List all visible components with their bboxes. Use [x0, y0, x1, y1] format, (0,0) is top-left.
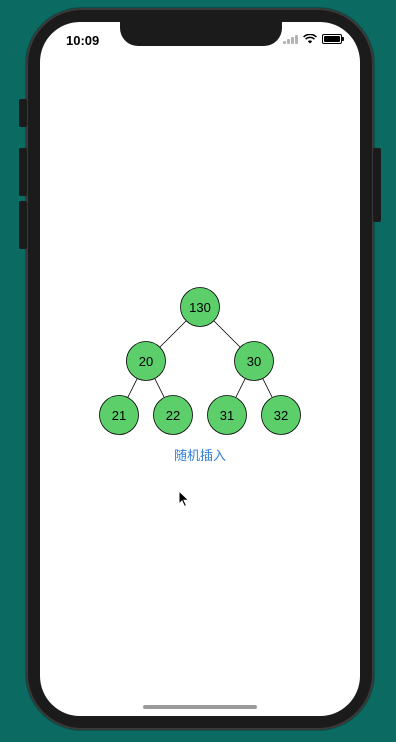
binary-tree: 130 20 30 21 22 31 32 [99, 287, 301, 435]
node-label: 22 [166, 408, 180, 423]
tree-node-right-left[interactable]: 31 [207, 395, 247, 435]
tree-node-root[interactable]: 130 [180, 287, 220, 327]
tree-node-left[interactable]: 20 [126, 341, 166, 381]
power-button [373, 148, 381, 222]
tree-node-right[interactable]: 30 [234, 341, 274, 381]
mouse-pointer-icon [178, 490, 190, 508]
home-indicator[interactable] [143, 705, 257, 709]
volume-down-button [19, 201, 27, 249]
node-label: 31 [220, 408, 234, 423]
node-label: 21 [112, 408, 126, 423]
volume-up-button [19, 148, 27, 196]
random-insert-button[interactable]: 随机插入 [160, 445, 240, 464]
tree-node-left-right[interactable]: 22 [153, 395, 193, 435]
tree-node-left-left[interactable]: 21 [99, 395, 139, 435]
node-label: 30 [247, 354, 261, 369]
mute-switch [19, 99, 27, 127]
node-label: 20 [139, 354, 153, 369]
tree-node-right-right[interactable]: 32 [261, 395, 301, 435]
device-screen: 10:09 130 20 30 21 22 31 32 随机插入 [40, 22, 360, 716]
node-label: 32 [274, 408, 288, 423]
node-label: 130 [189, 300, 211, 315]
